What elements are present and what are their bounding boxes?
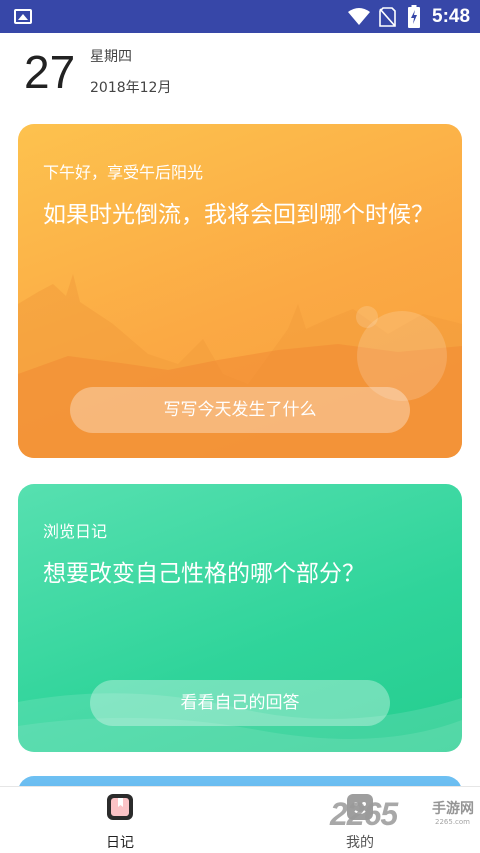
- nav-item-diary[interactable]: 日记: [60, 787, 180, 853]
- watermark-site: 手游网: [432, 801, 474, 817]
- date-year-month: 2018年12月: [90, 80, 172, 96]
- date-weekday: 星期四: [90, 49, 132, 65]
- wifi-icon: [348, 8, 370, 25]
- status-time: 5:48: [432, 6, 471, 27]
- view-answers-button[interactable]: 看看自己的回答: [90, 680, 390, 726]
- watermark-number: 2265: [330, 796, 398, 832]
- no-sim-icon: [379, 7, 396, 27]
- date-day: 27: [24, 46, 76, 98]
- nav-label-diary: 日记: [106, 835, 134, 851]
- watermark-domain: 2265.com: [435, 818, 470, 826]
- card-greeting: 下午好，享受午后阳光: [43, 163, 204, 182]
- status-bar: 5:48: [0, 0, 480, 33]
- diary-icon: [107, 794, 133, 820]
- daily-question-card[interactable]: 下午好，享受午后阳光 如果时光倒流，我将会回到哪个时候？ 写写今天发生了什么: [18, 124, 462, 458]
- card-subtitle: 浏览日记: [43, 522, 108, 541]
- site-watermark: 2265 手游网 2265.com: [330, 792, 478, 842]
- battery-charging-icon: [408, 5, 420, 28]
- gallery-icon: [14, 9, 32, 24]
- card-question: 如果时光倒流，我将会回到哪个时候？: [43, 202, 434, 228]
- write-today-button[interactable]: 写写今天发生了什么: [70, 387, 410, 433]
- date-header: 27 星期四 2018年12月: [0, 33, 480, 111]
- card-question: 想要改变自己性格的哪个部分？: [43, 561, 365, 587]
- browse-diary-card[interactable]: 浏览日记 想要改变自己性格的哪个部分？ 看看自己的回答: [18, 484, 462, 752]
